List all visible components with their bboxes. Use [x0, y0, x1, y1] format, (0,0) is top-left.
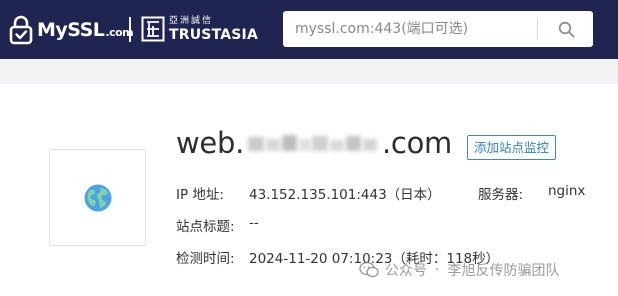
watermark-author: 李旭反传防骗团队	[447, 263, 560, 279]
top-header: MySSL.com 亞洲誠信 TRUSTASIA	[0, 0, 618, 59]
brand-divider	[129, 17, 131, 42]
add-site-monitor-button[interactable]: 添加站点监控	[467, 135, 557, 160]
globe-icon	[84, 184, 111, 211]
watermark-separator: ·	[435, 262, 440, 278]
search-icon	[558, 21, 574, 37]
watermark: 公众号 · 李旭反传防骗团队	[359, 260, 559, 280]
domain-suffix: .com	[382, 126, 452, 160]
wechat-official-account-icon	[359, 261, 379, 278]
myssl-logo[interactable]: MySSL.com	[9, 14, 134, 46]
search-button[interactable]	[539, 11, 593, 47]
domain-prefix: web.	[176, 126, 244, 160]
trustasia-emblem-icon	[141, 16, 165, 42]
site-title-value: --	[249, 215, 259, 231]
server-value: nginx	[548, 183, 586, 199]
site-thumbnail	[49, 149, 146, 246]
site-title-label: 站点标题:	[176, 219, 235, 235]
lock-icon	[9, 15, 33, 45]
trustasia-logo[interactable]: 亞洲誠信 TRUSTASIA	[141, 16, 258, 42]
search-box	[283, 11, 593, 47]
brand-name: MySSL	[37, 19, 105, 41]
search-input[interactable]	[295, 21, 535, 37]
ip-value: 43.152.135.101:443（日本）	[249, 187, 441, 203]
server-label: 服务器:	[478, 187, 524, 203]
trustasia-chinese-name: 亞洲誠信	[169, 15, 214, 26]
site-domain: web. .com	[176, 126, 452, 160]
check-time-label: 检测时间:	[176, 251, 235, 267]
search-divider	[537, 18, 538, 40]
domain-redacted-mosaic	[246, 130, 380, 156]
trustasia-english-name: TRUSTASIA	[169, 26, 259, 43]
watermark-source: 公众号	[385, 263, 427, 279]
ip-label: IP 地址:	[176, 187, 224, 203]
